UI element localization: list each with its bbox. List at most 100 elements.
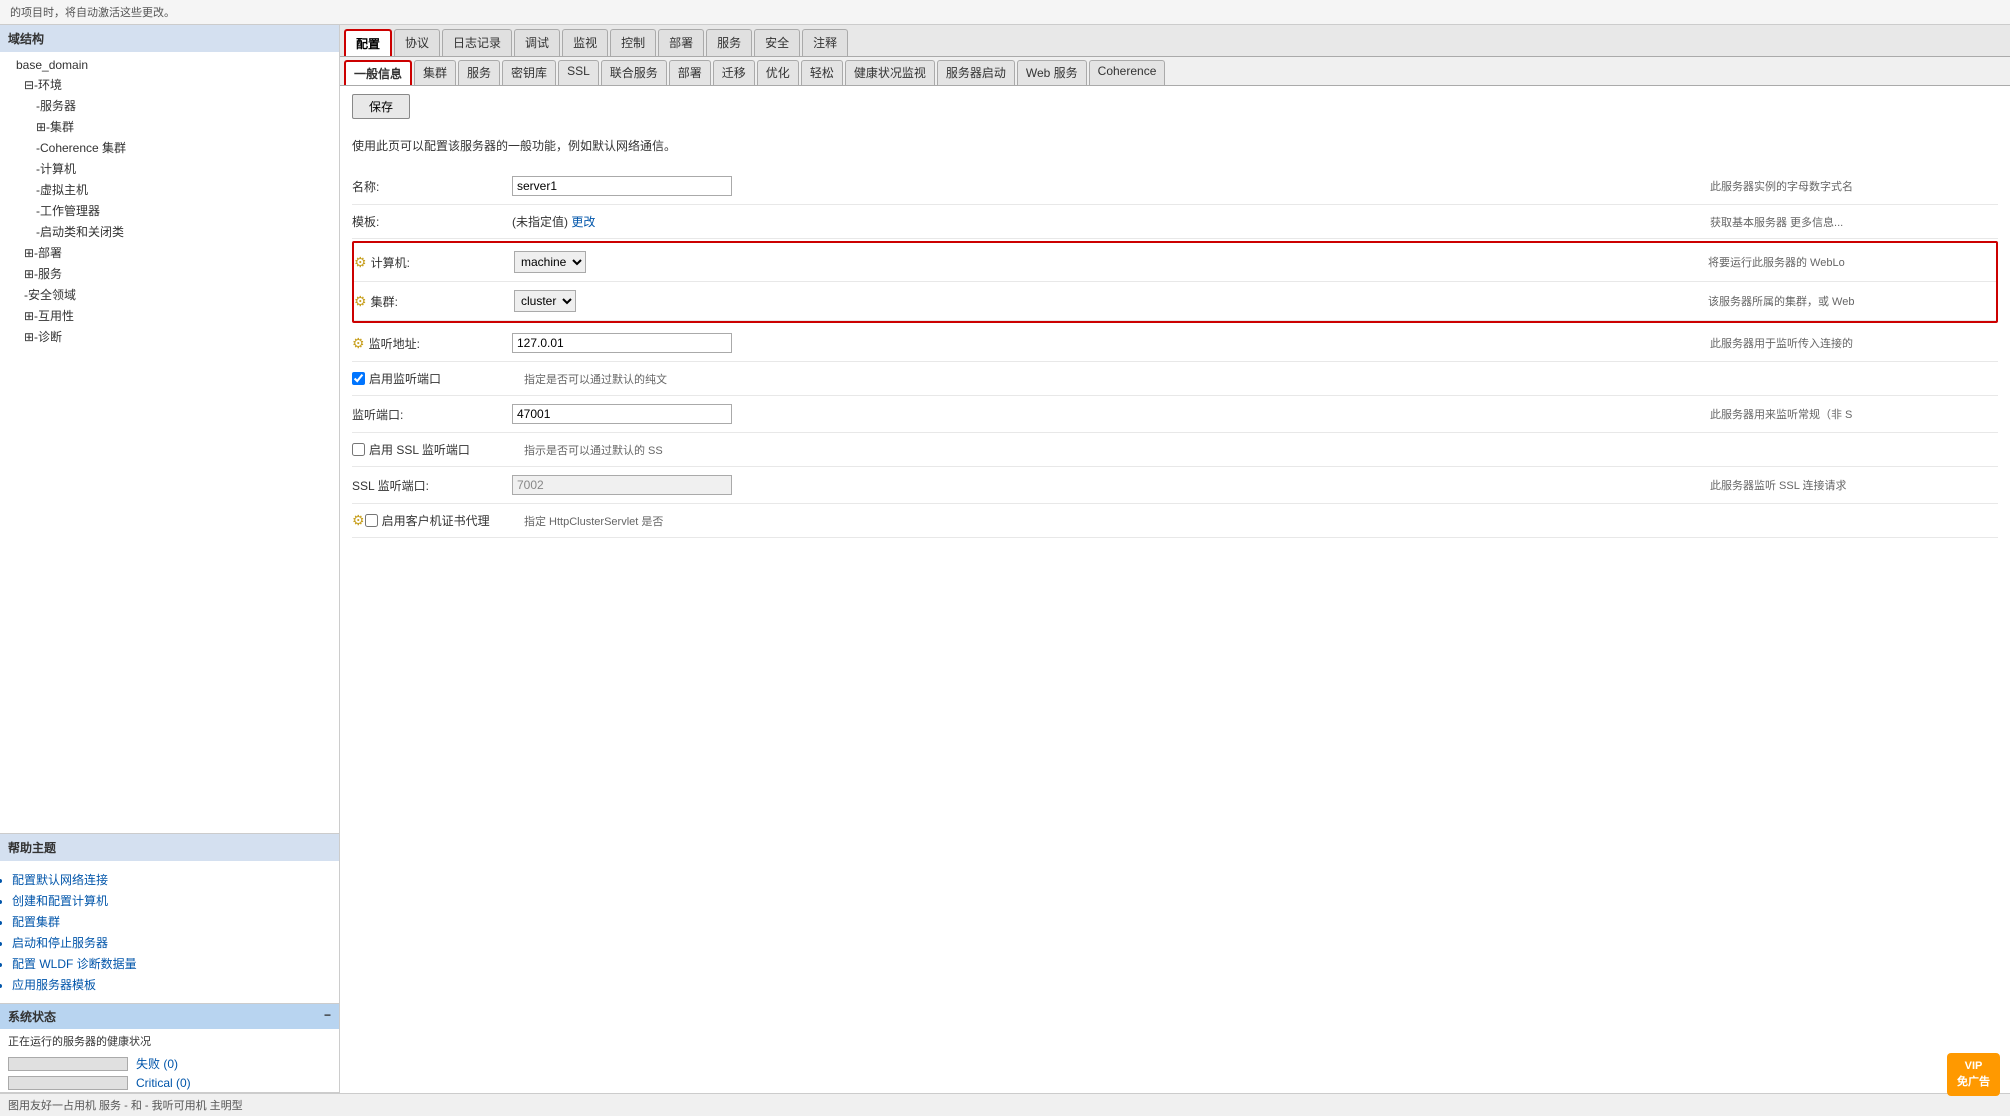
vip-line1: VIP bbox=[1957, 1059, 1990, 1074]
help-list-item[interactable]: 配置 WLDF 诊断数据量 bbox=[12, 955, 327, 972]
subtab-联合服务[interactable]: 联合服务 bbox=[601, 60, 667, 85]
sslListenPort-hint: 此服务器监听 SSL 连接请求 bbox=[1698, 477, 1998, 493]
sidebar-tree-item[interactable]: -启动类和关闭类 bbox=[0, 221, 339, 242]
help-list-item[interactable]: 配置默认网络连接 bbox=[12, 871, 327, 888]
subtab-服务[interactable]: 服务 bbox=[458, 60, 500, 85]
help-header: 帮助主题 bbox=[0, 834, 339, 861]
tab-控制[interactable]: 控制 bbox=[610, 29, 656, 56]
name-input[interactable] bbox=[512, 176, 732, 196]
machine-hint: 将要运行此服务器的 WebLo bbox=[1696, 254, 1996, 270]
enableListenPort-checkbox[interactable] bbox=[352, 372, 365, 385]
tab-调试[interactable]: 调试 bbox=[514, 29, 560, 56]
subtab-Web 服务[interactable]: Web 服务 bbox=[1017, 60, 1087, 85]
domain-structure-header: 域结构 bbox=[0, 25, 339, 52]
cluster-label: ⚙集群: bbox=[354, 293, 514, 310]
status-title: 系统状态 − bbox=[0, 1004, 339, 1029]
subtab-集群[interactable]: 集群 bbox=[414, 60, 456, 85]
sidebar-tree-item[interactable]: ⊞-诊断 bbox=[0, 326, 339, 347]
tab-安全[interactable]: 安全 bbox=[754, 29, 800, 56]
subtab-服务器启动[interactable]: 服务器启动 bbox=[937, 60, 1015, 85]
tab-服务[interactable]: 服务 bbox=[706, 29, 752, 56]
machine-icon: ⚙ bbox=[354, 254, 367, 271]
sidebar-tree-item[interactable]: base_domain bbox=[0, 56, 339, 74]
machine-label: ⚙计算机: bbox=[354, 254, 514, 271]
subtab-密钥库[interactable]: 密钥库 bbox=[502, 60, 556, 85]
help-list-item[interactable]: 创建和配置计算机 bbox=[12, 892, 327, 909]
template-link[interactable]: 更改 bbox=[571, 215, 595, 229]
subtab-一般信息[interactable]: 一般信息 bbox=[344, 60, 412, 85]
sidebar-tree-item[interactable]: ⊟-环境 bbox=[0, 74, 339, 95]
domain-structure-label: 域结构 bbox=[8, 30, 44, 47]
tab-协议[interactable]: 协议 bbox=[394, 29, 440, 56]
save-button[interactable]: 保存 bbox=[352, 94, 410, 119]
vip-badge[interactable]: VIP 免广告 bbox=[1947, 1053, 2000, 1096]
enableSSL-checkbox[interactable] bbox=[352, 443, 365, 456]
sidebar-tree-item[interactable]: -虚拟主机 bbox=[0, 179, 339, 200]
app-layout: 的项目时，将自动激活这些更改。 域结构 base_domain⊟-环境-服务器⊞… bbox=[0, 0, 2010, 1116]
sidebar-tree-item[interactable]: -工作管理器 bbox=[0, 200, 339, 221]
status-fail-link[interactable]: 失败 (0) bbox=[136, 1055, 178, 1072]
sidebar-tree-item[interactable]: ⊞-互用性 bbox=[0, 305, 339, 326]
subtab-迁移[interactable]: 迁移 bbox=[713, 60, 755, 85]
form-container: 名称:此服务器实例的字母数字式名模板:(未指定值) 更改获取基本服务器 更多信息… bbox=[352, 168, 1998, 538]
listenAddress-input[interactable] bbox=[512, 333, 732, 353]
clientCertProxy-icon: ⚙ bbox=[352, 512, 365, 529]
subtab-轻松[interactable]: 轻松 bbox=[801, 60, 843, 85]
subtab-SSL[interactable]: SSL bbox=[558, 60, 599, 85]
sidebar-tree-item[interactable]: -服务器 bbox=[0, 95, 339, 116]
help-section: 帮助主题 配置默认网络连接创建和配置计算机配置集群启动和停止服务器配置 WLDF… bbox=[0, 834, 339, 1004]
machine-select[interactable]: machine bbox=[514, 251, 586, 273]
help-list-item[interactable]: 配置集群 bbox=[12, 913, 327, 930]
content-panel: 保存 使用此页可以配置该服务器的一般功能，例如默认网络通信。 名称:此服务器实例… bbox=[340, 86, 2010, 1093]
subtab-优化[interactable]: 优化 bbox=[757, 60, 799, 85]
sidebar-tree-item[interactable]: -安全领域 bbox=[0, 284, 339, 305]
machine-cluster-highlight: ⚙计算机:machine 将要运行此服务器的 WebLo ⚙集群:cluster该服… bbox=[352, 241, 1998, 323]
subtab-Coherence[interactable]: Coherence bbox=[1089, 60, 1166, 85]
tab-配置[interactable]: 配置 bbox=[344, 29, 392, 56]
status-description: 正在运行的服务器的健康状况 bbox=[0, 1029, 339, 1053]
form-row-enableSSL: 启用 SSL 监听端口指示是否可以通过默认的 SS bbox=[352, 433, 1998, 467]
form-row-enableListenPort: 启用监听端口指定是否可以通过默认的纯文 bbox=[352, 362, 1998, 396]
subtab-健康状况监视[interactable]: 健康状况监视 bbox=[845, 60, 935, 85]
help-list-item[interactable]: 应用服务器模板 bbox=[12, 976, 327, 993]
form-row-template: 模板:(未指定值) 更改获取基本服务器 更多信息... bbox=[352, 205, 1998, 239]
tab-日志记录[interactable]: 日志记录 bbox=[442, 29, 512, 56]
form-row-name: 名称:此服务器实例的字母数字式名 bbox=[352, 168, 1998, 205]
help-label: 帮助主题 bbox=[8, 839, 56, 856]
clientCertProxy-hint: 指定 HttpClusterServlet 是否 bbox=[512, 513, 812, 529]
status-bar-critical: Critical (0) bbox=[0, 1074, 339, 1092]
status-bar-fail: 失败 (0) bbox=[0, 1053, 339, 1074]
listenAddress-label: ⚙监听地址: bbox=[352, 335, 512, 352]
clientCertProxy-checkbox[interactable] bbox=[365, 514, 378, 527]
tab-注释[interactable]: 注释 bbox=[802, 29, 848, 56]
second-tab-bar: 一般信息集群服务密钥库SSL联合服务部署迁移优化轻松健康状况监视服务器启动Web… bbox=[340, 57, 2010, 86]
form-row-listenPort: 监听端口:此服务器用来监听常规（非 S bbox=[352, 396, 1998, 433]
tab-监视[interactable]: 监视 bbox=[562, 29, 608, 56]
status-bar-bg-critical bbox=[8, 1076, 128, 1090]
form-row-clientCertProxy: ⚙ 启用客户机证书代理 指定 HttpClusterServlet 是否 bbox=[352, 504, 1998, 538]
sidebar-tree-item[interactable]: ⊞-部署 bbox=[0, 242, 339, 263]
sidebar-tree-item[interactable]: -计算机 bbox=[0, 158, 339, 179]
enableListenPort-hint: 指定是否可以通过默认的纯文 bbox=[512, 371, 812, 387]
cluster-icon: ⚙ bbox=[354, 293, 367, 310]
listenPort-input[interactable] bbox=[512, 404, 732, 424]
sidebar-tree-item[interactable]: ⊞-服务 bbox=[0, 263, 339, 284]
status-critical-link[interactable]: Critical (0) bbox=[136, 1076, 191, 1090]
enableSSL-hint: 指示是否可以通过默认的 SS bbox=[512, 442, 812, 458]
form-row-cluster: ⚙集群:cluster该服务器所属的集群，或 Web bbox=[354, 282, 1996, 321]
info-text: 使用此页可以配置该服务器的一般功能，例如默认网络通信。 bbox=[352, 137, 1998, 154]
bottom-bar-text: 图用友好一占用机 服务 - 和 - 我听可用机 主明型 bbox=[8, 1100, 243, 1112]
sslListenPort-label: SSL 监听端口: bbox=[352, 477, 512, 494]
clientCertProxy-label: 启用客户机证书代理 bbox=[382, 512, 490, 529]
top-banner-text: 的项目时，将自动激活这些更改。 bbox=[10, 7, 175, 19]
status-collapse-icon[interactable]: − bbox=[324, 1008, 331, 1025]
listenPort-hint: 此服务器用来监听常规（非 S bbox=[1698, 406, 1998, 422]
status-label: 系统状态 bbox=[8, 1008, 56, 1025]
help-list-item[interactable]: 启动和停止服务器 bbox=[12, 934, 327, 951]
sidebar-tree-item[interactable]: -Coherence 集群 bbox=[0, 137, 339, 158]
tab-部署[interactable]: 部署 bbox=[658, 29, 704, 56]
bottom-bar: 图用友好一占用机 服务 - 和 - 我听可用机 主明型 bbox=[0, 1093, 2010, 1116]
cluster-select[interactable]: cluster bbox=[514, 290, 576, 312]
sidebar-tree-item[interactable]: ⊞-集群 bbox=[0, 116, 339, 137]
subtab-部署[interactable]: 部署 bbox=[669, 60, 711, 85]
